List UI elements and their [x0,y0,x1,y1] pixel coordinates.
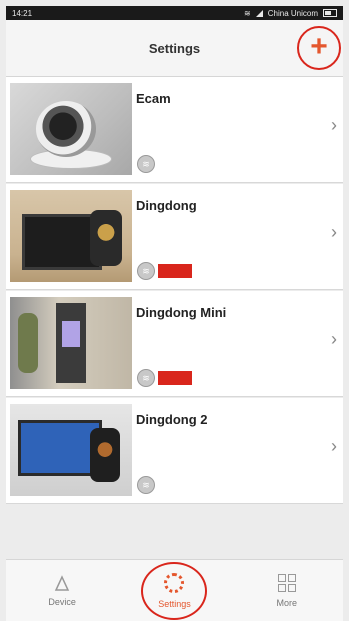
device-name: Dingdong Mini [136,305,227,320]
wifi-icon: ≋ [137,155,155,173]
status-badge [158,371,192,385]
carrier-label: China Unicom [267,8,318,18]
status-badge [158,264,192,278]
chevron-right-icon: › [331,329,337,349]
plus-icon: + [310,29,328,63]
device-name: Dingdong [136,198,197,213]
tab-device[interactable]: Device [12,575,112,607]
tab-label: Device [48,597,76,607]
device-thumbnail [10,297,132,389]
grid-icon [277,574,296,592]
device-thumbnail [10,190,132,282]
chevron-right-icon: › [331,222,337,242]
status-indicators: ≋ China Unicom [244,9,337,18]
battery-icon [323,9,337,17]
bottom-tab-bar: Device Settings More [6,559,343,621]
chevron-right-icon: › [331,115,337,135]
wifi-icon: ≋ [137,369,155,387]
settings-tab-highlight: Settings [124,562,224,620]
add-device-button[interactable]: + [297,26,341,70]
tab-settings[interactable]: Settings [124,562,224,620]
status-time: 14:21 [12,8,33,18]
device-icon [54,575,70,591]
page-title: Settings [148,40,201,56]
tab-more[interactable]: More [237,574,337,608]
device-name: Ecam [136,91,171,106]
device-thumbnail [10,404,132,496]
signal-icon [255,9,263,17]
wifi-icon: ≋ [244,8,251,18]
device-card-dingdong-mini[interactable]: Dingdong Mini › ≋ [6,291,343,396]
device-name: Dingdong 2 [136,412,208,427]
device-thumbnail [10,83,132,175]
device-card-dingdong-2[interactable]: Dingdong 2 › ≋ [6,398,343,503]
tab-label: More [276,598,298,608]
status-bar: 14:21 ≋ China Unicom [6,6,343,20]
device-card-dingdong[interactable]: Dingdong › ≋ [6,184,343,289]
device-list: Ecam › ≋ Dingdong › ≋ Dingdong Mini › ≋ [6,77,343,505]
wifi-icon: ≋ [137,262,155,280]
device-card-ecam[interactable]: Ecam › ≋ [6,77,343,182]
chevron-right-icon: › [331,436,337,456]
header: Settings + [6,20,343,77]
wifi-icon: ≋ [137,476,155,494]
app-screen: 14:21 ≋ China Unicom Settings + Ecam › ≋… [0,0,349,621]
highlight-ring [141,562,208,620]
